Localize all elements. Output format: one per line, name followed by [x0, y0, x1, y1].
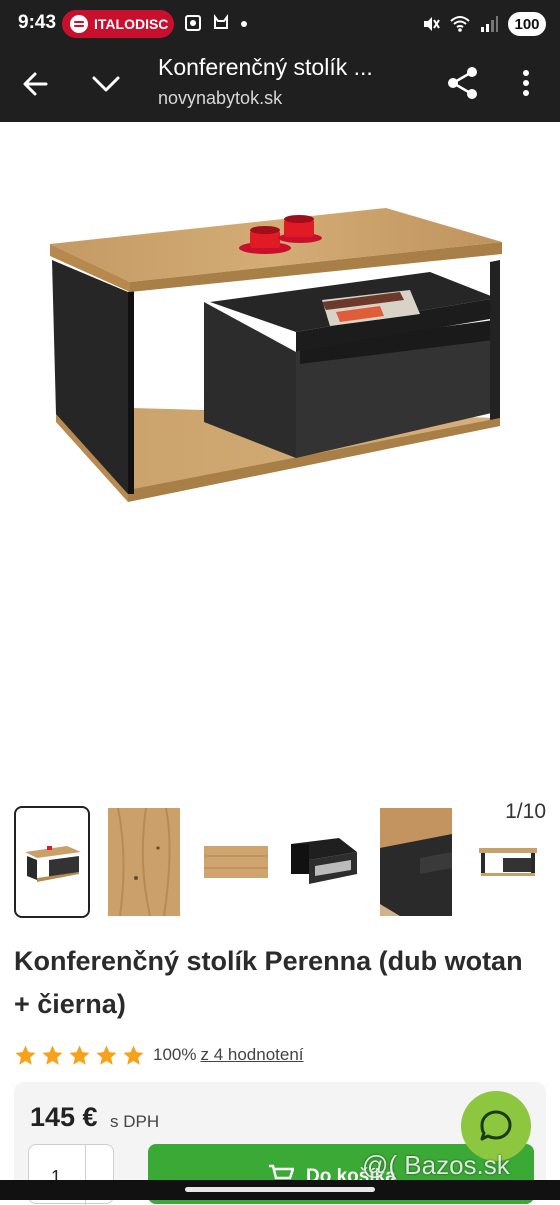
star-icon	[96, 1044, 117, 1065]
rating-row: 100% z 4 hodnotení	[14, 1042, 304, 1068]
product-price: 145 €	[30, 1102, 98, 1132]
spotify-icon	[70, 15, 88, 33]
star-icon	[69, 1044, 90, 1065]
product-title: Konferenčný stolík Perenna (dub wotan + …	[14, 946, 523, 1019]
battery-indicator: 100	[508, 12, 546, 36]
vat-note: s DPH	[110, 1112, 160, 1131]
rating-percent: 100%	[153, 1045, 197, 1064]
thumbnail-3[interactable]	[198, 806, 274, 918]
chevron-down-icon[interactable]	[88, 66, 124, 102]
thumbnail-2[interactable]	[106, 806, 182, 918]
thumbnail-6[interactable]	[470, 806, 546, 918]
star-icon	[15, 1044, 36, 1065]
cat-icon	[214, 14, 229, 30]
thumbnail-4[interactable]	[286, 806, 362, 918]
media-pill[interactable]: ITALODISC	[62, 10, 174, 38]
page-url[interactable]: novynabytok.sk	[158, 88, 282, 109]
share-icon[interactable]	[444, 64, 482, 102]
dot-icon	[241, 21, 248, 28]
wifi-icon	[450, 16, 470, 32]
screenshot-icon	[185, 15, 201, 32]
system-nav-bar	[0, 1180, 560, 1200]
page-title[interactable]: Konferenčný stolík ...	[158, 54, 403, 81]
star-icon	[123, 1044, 144, 1065]
thumbnail-1[interactable]	[14, 806, 90, 918]
more-vert-icon[interactable]	[512, 64, 540, 102]
signal-icon	[481, 16, 498, 32]
media-pill-label: ITALODISC	[94, 16, 169, 32]
thumbnail-strip	[14, 806, 554, 918]
chat-bubble-icon	[480, 1110, 512, 1141]
back-arrow-icon[interactable]	[18, 66, 54, 102]
watermark: @( Bazos.sk	[362, 1150, 510, 1180]
system-icons: 100	[421, 10, 546, 38]
status-bar: 9:43 ITALODISC 100	[0, 0, 560, 50]
nav-handle[interactable]	[185, 1187, 375, 1192]
product-main-image[interactable]	[0, 122, 560, 780]
mute-icon	[424, 17, 440, 31]
notification-icons	[184, 14, 248, 32]
browser-toolbar: Konferenčný stolík ... novynabytok.sk	[0, 50, 560, 122]
status-time: 9:43	[18, 12, 57, 33]
star-icon	[42, 1044, 63, 1065]
reviews-link[interactable]: z 4 hodnotení	[200, 1045, 303, 1065]
thumbnail-5[interactable]	[378, 806, 454, 918]
